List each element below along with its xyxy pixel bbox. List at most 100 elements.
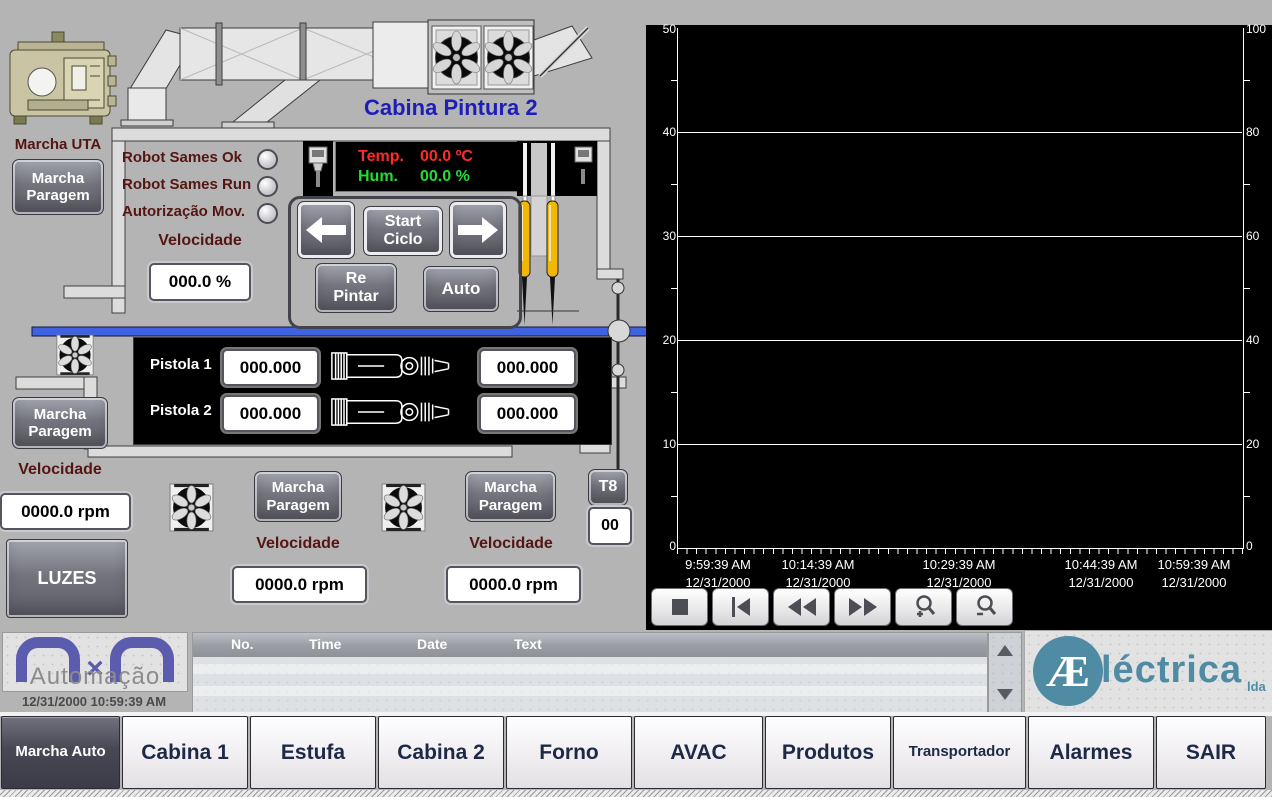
nav-marcha-auto[interactable]: Marcha Auto [1,716,120,789]
alarm-bar: × Automação 12/31/2000 10:59:39 AM No. T… [0,630,1272,713]
trend-zoom-in-button[interactable] [895,588,952,626]
fan2-marcha-paragem-button[interactable]: Marcha Paragem [465,471,556,522]
zoom-in-icon [911,594,937,620]
fan1-marcha-paragem-button[interactable]: Marcha Paragem [254,471,342,522]
x-tick-label: 9:59:39 AM12/31/2000 [685,556,751,591]
pistola-1-label: Pistola 1 [150,356,212,373]
y-left-tick: 10 [650,437,676,451]
extraction-rpm-display: 0000.0 rpm [0,493,131,530]
y-right-tick: 0 [1246,539,1272,553]
gridline [677,340,1242,341]
stop-icon [672,599,688,615]
trend-rewind-button[interactable] [773,588,830,626]
temp-hum-display: Temp. 00.0 ºC Hum. 00.0 % [335,141,518,192]
nav-produtos[interactable]: Produtos [765,716,891,789]
pistola-2-flow-display-right: 000.000 [479,395,576,432]
bottom-navigation: Marcha Auto Cabina 1 Estufa Cabina 2 For… [0,716,1266,789]
trend-skip-start-button[interactable] [712,588,769,626]
y-left-tick: 30 [650,229,676,243]
pistola-1-flow-display-right: 000.000 [479,349,576,386]
electrica-logo-suffix: lda [1247,679,1266,694]
nav-cabina-1[interactable]: Cabina 1 [122,716,248,789]
alarm-row [193,664,987,674]
nxn-logo: × Automação [2,632,188,692]
nav-estufa[interactable]: Estufa [250,716,376,789]
y-right-tick: 20 [1246,437,1272,451]
nav-transportador[interactable]: Transportador [893,716,1026,789]
electrica-logo: Æ léctrica lda [1024,630,1272,714]
extraction-velocidade-label: Velocidade [4,461,116,479]
fan1-rpm-display: 0000.0 rpm [232,566,367,603]
alarm-scrollbar[interactable] [988,632,1022,714]
pistola-1-flow-display: 000.000 [222,349,319,386]
gridline [677,132,1242,133]
y-right-tick: 60 [1246,229,1272,243]
extraction-marcha-paragem-button[interactable]: Marcha Paragem [12,397,108,449]
alarm-row [193,686,987,696]
booth-velocidade-label: Velocidade [148,232,252,250]
alarm-col-no: No. [231,636,254,652]
y-left-tick: 0 [650,539,676,553]
nav-cabina-2[interactable]: Cabina 2 [378,716,504,789]
y-right-tick: 40 [1246,333,1272,347]
pistola-2-label: Pistola 2 [150,402,212,419]
booth-velocidade-display: 000.0 % [149,263,251,301]
nav-sair[interactable]: SAIR [1156,716,1266,789]
x-tick-strip [677,549,1243,554]
auto-button[interactable]: Auto [423,266,499,312]
trend-zoom-out-button[interactable] [956,588,1013,626]
trend-stop-button[interactable] [651,588,708,626]
scroll-down-icon[interactable] [997,689,1013,700]
trend-chart: 50 40 30 20 10 0 100 80 60 40 20 0 9:59:… [646,25,1272,630]
y-left-tick: 40 [650,125,676,139]
spray-gun-icon [330,392,470,432]
nozzle-icon [303,141,333,196]
nav-alarmes[interactable]: Alarmes [1028,716,1154,789]
robot-sames-run-indicator [257,176,278,197]
y-left-tick: 50 [650,22,676,36]
hum-value: 00.0 % [420,168,470,186]
t8-value-display: 00 [588,507,632,545]
robot-graphic [517,141,597,341]
company-name: Automação [3,663,187,691]
fan2-rpm-display: 0000.0 rpm [446,566,581,603]
spray-gun-icon [330,346,470,386]
arrow-left-button[interactable] [297,201,355,259]
nav-avac[interactable]: AVAC [634,716,763,789]
arrow-left-icon [306,217,346,243]
alarm-table-header: No. Time Date Text [193,633,987,657]
system-timestamp: 12/31/2000 10:59:39 AM [0,694,188,709]
forward-icon [849,598,862,616]
alarm-table[interactable]: No. Time Date Text [192,632,988,713]
fan1-velocidade-label: Velocidade [246,535,350,553]
nav-forno[interactable]: Forno [506,716,632,789]
electrica-logo-text: léctrica [1101,649,1242,692]
electrica-logo-circle: Æ [1033,636,1103,706]
scroll-up-icon[interactable] [997,645,1013,656]
alarm-col-time: Time [309,636,341,652]
fan-icon [56,334,94,376]
marcha-uta-label: Marcha UTA [6,137,110,154]
x-tick-label: 10:59:39 AM12/31/2000 [1158,556,1231,591]
uta-marcha-paragem-button[interactable]: Marcha Paragem [12,159,104,215]
trend-forward-button[interactable] [834,588,891,626]
uta-machine-graphic [10,32,116,124]
arrow-right-button[interactable] [449,201,507,259]
y-right-tick: 80 [1246,125,1272,139]
arrow-right-icon [458,217,498,243]
re-pintar-button[interactable]: Re Pintar [315,263,397,313]
start-ciclo-button[interactable]: Start Ciclo [363,206,443,256]
luzes-button[interactable]: LUZES [6,539,128,618]
temp-label: Temp. [358,148,420,166]
skip-start-icon [732,597,735,617]
x-tick-label: 10:44:39 AM12/31/2000 [1065,556,1138,591]
zoom-out-icon [972,594,998,620]
hum-label: Hum. [358,168,420,186]
rewind-icon [788,598,801,616]
x-tick-label: 10:14:39 AM12/31/2000 [782,556,855,591]
pistolas-panel: Pistola 1 000.000 000.000 Pistola 2 000.… [133,337,612,445]
t8-button[interactable]: T8 [588,469,628,506]
gridline [677,444,1242,445]
y-right-tick: 100 [1246,22,1272,36]
autorizacao-mov-indicator [257,203,278,224]
